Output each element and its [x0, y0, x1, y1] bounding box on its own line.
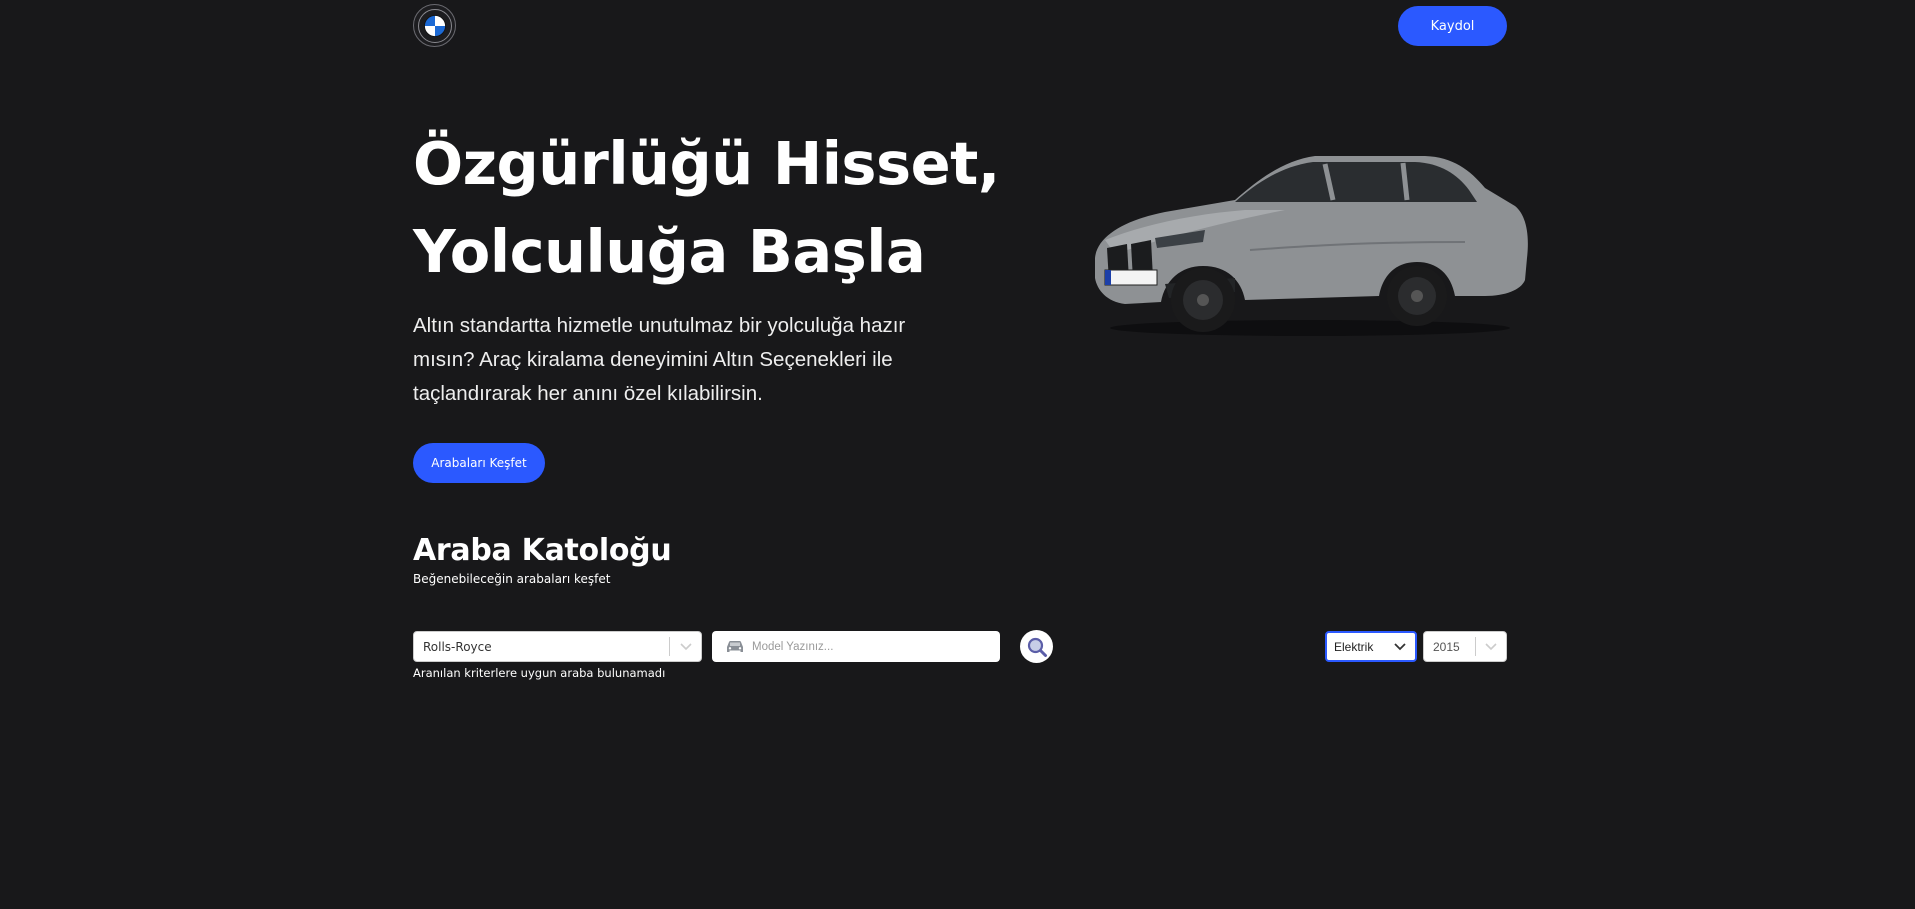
- fuel-type-select[interactable]: Elektrik: [1325, 631, 1417, 662]
- explore-cars-button[interactable]: Arabaları Keşfet: [413, 443, 545, 483]
- manufacturer-select[interactable]: Rolls-Royce: [413, 631, 702, 662]
- bmw-logo-graphic: [417, 8, 452, 43]
- catalog-subtitle: Beğenebileceğin arabaları keşfet: [413, 572, 611, 586]
- catalog-title: Araba Katoloğu: [413, 533, 672, 568]
- hero-description: Altın standartta hizmetle unutulmaz bir …: [413, 314, 906, 405]
- hero-title-line-1: Özgürlüğü Hisset,: [413, 129, 1000, 198]
- year-select-value: 2015: [1433, 639, 1460, 654]
- car-image: [1095, 156, 1528, 336]
- hero-title: Özgürlüğü Hisset, Yolculuğa Başla: [413, 120, 1000, 296]
- search-button[interactable]: [1020, 630, 1053, 663]
- hero-title-line-2: Yolculuğa Başla: [413, 217, 926, 286]
- year-select[interactable]: 2015: [1423, 631, 1507, 662]
- fuel-type-select-value: Elektrik: [1334, 639, 1374, 654]
- empty-result-message: Aranılan kriterlere uygun araba bulunama…: [413, 666, 666, 680]
- bmw-logo-icon[interactable]: [413, 4, 456, 47]
- magnifying-glass-icon: [1027, 637, 1047, 657]
- signup-button[interactable]: Kaydol: [1398, 6, 1507, 46]
- chevron-down-icon[interactable]: [1476, 642, 1506, 651]
- car-icon: [725, 640, 747, 654]
- manufacturer-select-value: Rolls-Royce: [423, 639, 492, 654]
- chevron-down-icon[interactable]: [1385, 642, 1415, 651]
- chevron-down-icon[interactable]: [670, 642, 701, 651]
- model-input[interactable]: [752, 640, 1000, 653]
- model-search-field[interactable]: [712, 631, 1000, 662]
